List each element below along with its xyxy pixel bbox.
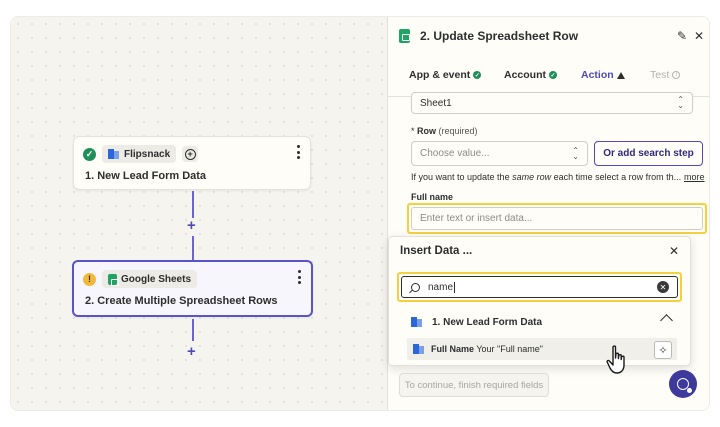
plus-circle-icon: + xyxy=(184,148,196,160)
help-icon xyxy=(677,378,692,393)
continue-button[interactable]: To continue, finish required fields xyxy=(399,373,549,397)
full-name-label: Full name xyxy=(411,192,454,202)
panel-header: 2. Update Spreadsheet Row ✎ ✕ xyxy=(388,17,709,55)
more-link[interactable]: more xyxy=(684,172,705,182)
warning-circle-icon: ! xyxy=(83,272,96,286)
app-chip-google-sheets[interactable]: Google Sheets xyxy=(102,270,198,288)
data-result-item[interactable]: Full Name Your "Full name" xyxy=(407,338,677,360)
step-1-header: ✓ Flipsnack + xyxy=(83,145,199,163)
app-name: Google Sheets xyxy=(121,273,192,285)
tab-label: App & event xyxy=(409,69,471,81)
insert-data-search-input[interactable]: name ✕ xyxy=(401,276,678,298)
add-search-step-button[interactable]: Or add search step xyxy=(594,141,703,166)
worksheet-select[interactable]: Sheet1 ⌃ ⌄ xyxy=(411,92,693,114)
kebab-menu-icon[interactable] xyxy=(296,270,302,284)
full-name-input[interactable]: Enter text or insert data... xyxy=(411,207,703,230)
data-group-header[interactable]: 1. New Lead Form Data xyxy=(411,313,681,331)
tab-app-event[interactable]: App & event ✓ xyxy=(409,69,482,81)
tab-label: Account xyxy=(504,69,546,81)
row-placeholder: Choose value... xyxy=(420,148,490,159)
check-circle-icon: ✓ xyxy=(473,71,482,79)
row-label: * Row (required) xyxy=(411,126,478,136)
step-2-title: 2. Create Multiple Spreadsheet Rows xyxy=(85,295,278,307)
worksheet-value: Sheet1 xyxy=(420,97,452,109)
help-chat-button[interactable] xyxy=(669,370,697,398)
app-chip-flipsnack[interactable]: Flipsnack xyxy=(102,145,177,163)
connector-line xyxy=(192,191,194,218)
chevron-updown-icon: ⌃ ⌄ xyxy=(677,95,684,110)
check-circle-icon: ✓ xyxy=(83,147,96,161)
group-title: 1. New Lead Form Data xyxy=(432,316,543,328)
kebab-menu-icon[interactable] xyxy=(295,145,301,159)
tab-label: Action xyxy=(581,69,614,81)
text-caret xyxy=(454,281,456,293)
tab-test[interactable]: Test i xyxy=(650,69,681,81)
tab-action[interactable]: Action xyxy=(580,69,626,96)
search-icon xyxy=(411,282,420,292)
step-card-1[interactable]: ✓ Flipsnack + 1. New Lead Form Data xyxy=(73,136,311,190)
search-value: name xyxy=(428,281,454,293)
clear-search-icon[interactable]: ✕ xyxy=(657,281,669,293)
full-name-placeholder: Enter text or insert data... xyxy=(420,213,533,224)
chevron-up-icon[interactable] xyxy=(660,314,673,327)
google-sheets-icon xyxy=(399,29,410,43)
check-circle-icon: ✓ xyxy=(549,71,557,79)
row-helper-text: If you want to update the same row each … xyxy=(411,172,682,182)
step-2-header: ! Google Sheets xyxy=(83,270,198,288)
edit-pencil-icon[interactable]: ✎ xyxy=(677,29,687,43)
insert-data-popover: Insert Data ... ✕ name ✕ 1. New Lead For… xyxy=(388,236,691,366)
panel-title: 2. Update Spreadsheet Row xyxy=(420,29,579,43)
add-app-button[interactable]: + xyxy=(182,146,199,162)
tab-label: Test xyxy=(650,69,670,81)
popover-title: Insert Data ... xyxy=(400,245,473,257)
tab-account[interactable]: Account ✓ xyxy=(504,69,557,81)
add-step-plus-icon[interactable]: + xyxy=(187,218,196,233)
close-icon[interactable]: ✕ xyxy=(669,244,679,258)
step-1-title: 1. New Lead Form Data xyxy=(85,170,207,182)
flipsnack-icon xyxy=(108,149,120,159)
search-highlight: name ✕ xyxy=(397,272,682,302)
google-sheets-icon xyxy=(108,273,119,286)
workflow-canvas: ✓ Flipsnack + 1. New Lead Form Data + ! … xyxy=(11,17,387,410)
panel-tabs: App & event ✓ Account ✓ Action Test i xyxy=(388,55,709,97)
close-icon[interactable]: ✕ xyxy=(694,29,704,43)
step-card-2[interactable]: ! Google Sheets 2. Create Multiple Sprea… xyxy=(72,260,313,317)
result-text: Full Name Your "Full name" xyxy=(431,344,543,354)
warning-triangle-icon xyxy=(616,71,625,79)
connector-line xyxy=(192,319,194,341)
row-select[interactable]: Choose value... ⌃ ⌄ xyxy=(411,141,588,166)
flipsnack-icon xyxy=(413,344,425,354)
app-name: Flipsnack xyxy=(124,148,171,160)
add-step-plus-icon[interactable]: + xyxy=(187,344,196,359)
connector-line xyxy=(192,236,194,260)
chevron-updown-icon: ⌃ ⌄ xyxy=(572,145,579,161)
hand-pointer-icon xyxy=(606,345,625,374)
flipsnack-icon xyxy=(411,317,423,327)
ai-sparkle-icon[interactable]: ✧ xyxy=(654,341,672,359)
info-icon: i xyxy=(672,71,681,79)
